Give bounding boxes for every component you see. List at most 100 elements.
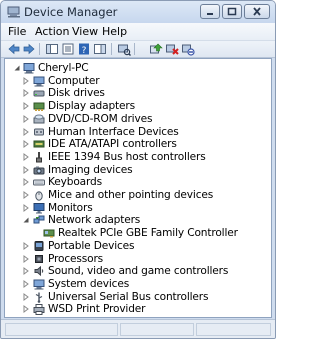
minimize-button[interactable] <box>200 4 220 19</box>
device-manager-window: Device Manager File Action View Help ? C… <box>0 0 276 339</box>
tree-root-label: Cheryl-PC <box>38 62 89 74</box>
expand-arrow-icon[interactable] <box>22 139 30 149</box>
tree-item[interactable]: Processors <box>5 253 271 265</box>
menu-bar: File Action View Help <box>1 23 275 41</box>
tree-item[interactable]: Display adapters <box>5 100 271 112</box>
disable-icon[interactable] <box>181 42 195 56</box>
expand-arrow-icon[interactable] <box>22 190 30 200</box>
expand-arrow-icon[interactable] <box>22 203 30 213</box>
tree-child-item[interactable]: Realtek PCIe GBE Family Controller <box>5 227 271 239</box>
tree-item[interactable]: WSD Print Provider <box>5 303 271 316</box>
properties-icon[interactable] <box>61 42 75 56</box>
expand-arrow-icon[interactable] <box>22 114 30 124</box>
expand-arrow-icon[interactable] <box>22 292 30 302</box>
tree-item[interactable]: DVD/CD-ROM drives <box>5 113 271 125</box>
display-adapter-icon <box>33 100 45 112</box>
forward-arrow-icon[interactable] <box>22 42 36 56</box>
tree-item[interactable]: Disk drives <box>5 87 271 99</box>
tree-item-label: System devices <box>48 277 130 290</box>
tree-item[interactable]: Universal Serial Bus controllers <box>5 291 271 303</box>
tree-item-label: Keyboards <box>48 176 102 189</box>
expand-arrow-icon[interactable] <box>22 101 30 111</box>
close-button[interactable] <box>244 4 270 19</box>
svg-text:?: ? <box>82 46 87 56</box>
computer-icon <box>23 62 35 74</box>
tree-item-label: DVD/CD-ROM drives <box>48 112 153 125</box>
tree-item-label: Processors <box>48 252 104 265</box>
menu-view[interactable]: View <box>72 25 98 38</box>
tree-item[interactable]: Keyboards <box>5 176 271 188</box>
toolbar: ? <box>1 41 275 58</box>
title-bar[interactable]: Device Manager <box>1 1 275 23</box>
status-pane <box>120 323 194 336</box>
keyboard-icon <box>33 176 45 188</box>
menu-help[interactable]: Help <box>102 25 127 38</box>
network-card-icon <box>43 227 55 239</box>
toolbar-separator <box>134 43 135 55</box>
maximize-icon <box>227 7 237 16</box>
expand-arrow-icon[interactable] <box>22 152 30 162</box>
device-tree[interactable]: Cheryl-PC Computer Disk drives Display ada… <box>4 58 272 318</box>
tree-child-label: Realtek PCIe GBE Family Controller <box>58 227 238 240</box>
expand-arrow-icon[interactable] <box>22 266 30 276</box>
status-bar <box>1 319 275 338</box>
usb-icon <box>33 291 45 303</box>
tree-item-label: IDE ATA/ATAPI controllers <box>48 138 177 151</box>
toolbar-separator <box>111 43 112 55</box>
tree-item-label: Portable Devices <box>48 239 135 252</box>
tree-item-label: WSD Print Provider <box>48 303 146 316</box>
tree-item[interactable]: Network adapters <box>5 214 271 226</box>
tree-root[interactable]: Cheryl-PC <box>5 62 271 74</box>
status-pane <box>196 323 271 336</box>
tree-item-label: Computer <box>48 74 100 87</box>
mouse-icon <box>33 189 45 201</box>
maximize-button[interactable] <box>222 4 242 19</box>
expand-arrow-icon[interactable] <box>22 177 30 187</box>
tree-item-label: Mice and other pointing devices <box>48 189 214 201</box>
tree-item[interactable]: Sound, video and game controllers <box>5 265 271 277</box>
sound-icon <box>33 265 45 277</box>
menu-action[interactable]: Action <box>35 25 69 38</box>
expand-arrow-icon[interactable] <box>22 165 30 175</box>
scan-hardware-icon[interactable] <box>117 42 131 56</box>
show-hide-console-tree-icon[interactable] <box>45 42 59 56</box>
tree-item-label: Display adapters <box>48 100 135 113</box>
tree-item[interactable]: IEEE 1394 Bus host controllers <box>5 151 271 163</box>
tree-item-label: Imaging devices <box>48 163 133 176</box>
tree-item-label: Network adapters <box>48 214 141 227</box>
tree-item[interactable]: Monitors <box>5 202 271 214</box>
expand-arrow-icon[interactable] <box>22 304 30 314</box>
ide-controller-icon <box>33 138 45 150</box>
expand-arrow-icon[interactable] <box>22 254 30 264</box>
expand-arrow-icon[interactable] <box>22 76 30 86</box>
tree-item[interactable]: Computer <box>5 75 271 87</box>
collapse-arrow-icon[interactable] <box>22 215 30 225</box>
expand-arrow-icon[interactable] <box>22 279 30 289</box>
action-pane-icon[interactable] <box>93 42 107 56</box>
tree-item[interactable]: Portable Devices <box>5 240 271 252</box>
tree-item[interactable]: System devices <box>5 278 271 290</box>
toolbar-separator <box>39 43 40 55</box>
camera-icon <box>33 164 45 176</box>
expand-arrow-icon[interactable] <box>22 241 30 251</box>
tree-item-label: Human Interface Devices <box>48 125 179 138</box>
expand-arrow-icon[interactable] <box>22 127 30 137</box>
update-driver-icon[interactable] <box>149 42 163 56</box>
printer-icon <box>33 303 45 316</box>
tree-item[interactable]: Imaging devices <box>5 164 271 176</box>
tree-item-label: Sound, video and game controllers <box>48 265 229 278</box>
menu-file[interactable]: File <box>8 25 26 38</box>
tree-item-label: IEEE 1394 Bus host controllers <box>48 150 206 163</box>
tree-item-label: Monitors <box>48 201 93 214</box>
tree-item[interactable]: Mice and other pointing devices <box>5 189 271 201</box>
collapse-arrow-icon[interactable] <box>13 63 21 73</box>
back-arrow-icon[interactable] <box>7 42 21 56</box>
processor-icon <box>33 253 45 265</box>
tree-item[interactable]: Human Interface Devices <box>5 126 271 138</box>
close-icon <box>253 7 261 16</box>
tree-item[interactable]: IDE ATA/ATAPI controllers <box>5 138 271 150</box>
help-icon[interactable]: ? <box>77 42 91 56</box>
uninstall-icon[interactable] <box>165 42 179 56</box>
portable-device-icon <box>33 240 45 252</box>
expand-arrow-icon[interactable] <box>22 88 30 98</box>
